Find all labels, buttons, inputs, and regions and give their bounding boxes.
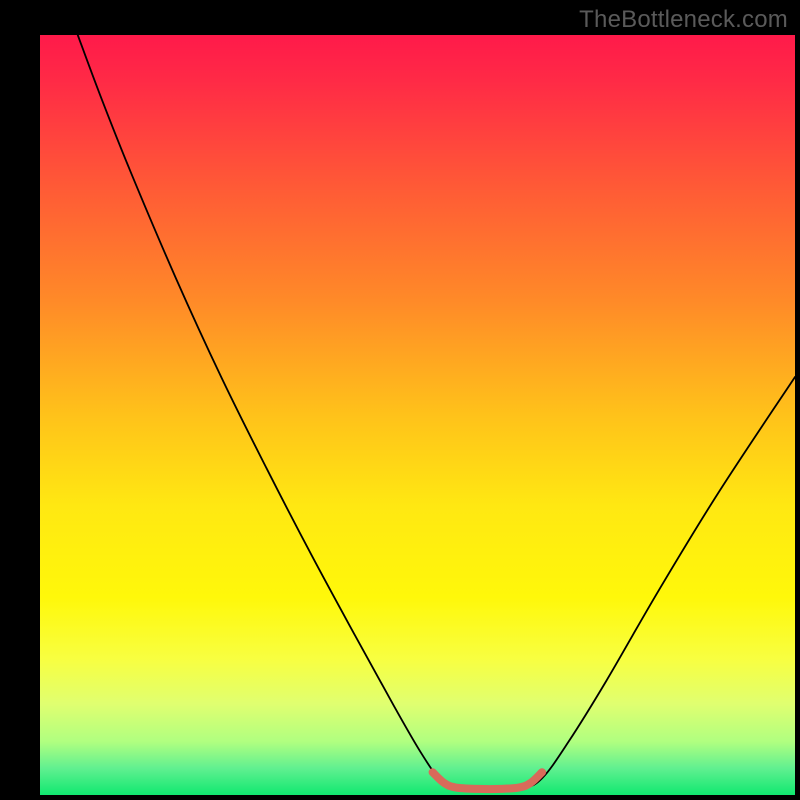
- chart-frame: TheBottleneck.com: [0, 0, 800, 800]
- gradient-background: [40, 35, 795, 795]
- bottleneck-chart: [0, 0, 800, 800]
- watermark-text: TheBottleneck.com: [579, 6, 788, 34]
